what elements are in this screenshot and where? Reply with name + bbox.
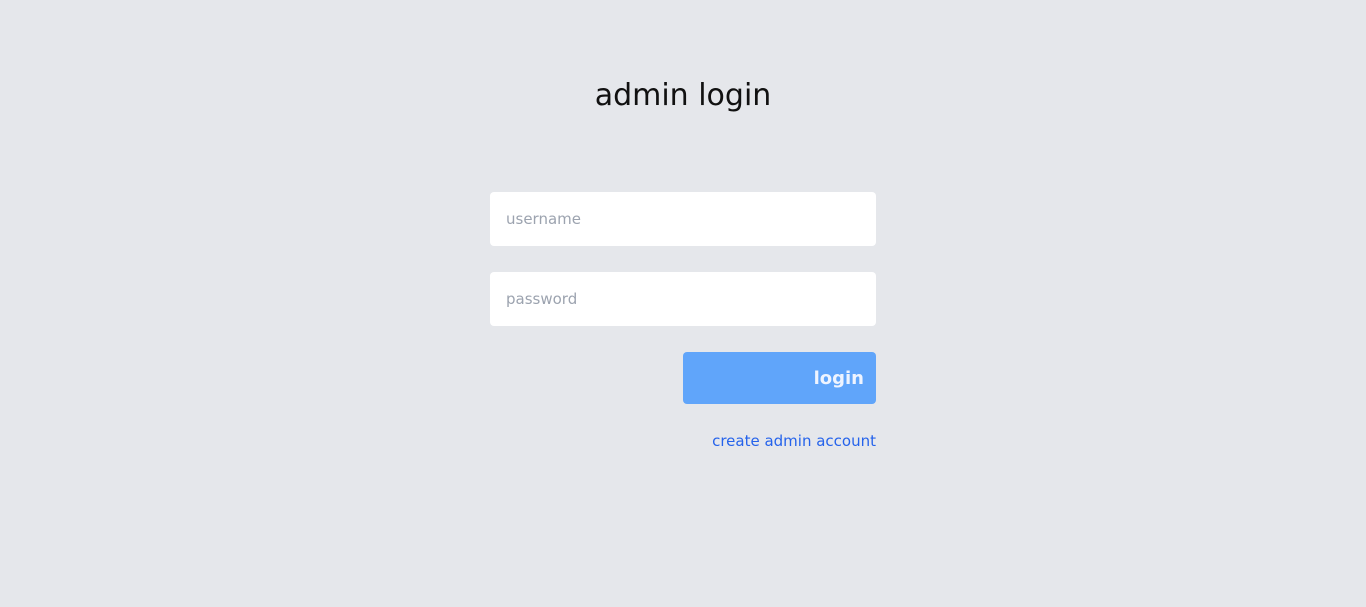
page-title: admin login bbox=[594, 78, 772, 113]
login-button[interactable]: login bbox=[683, 352, 876, 404]
form-actions: login bbox=[490, 352, 876, 404]
password-input[interactable] bbox=[490, 272, 876, 326]
login-form: login create admin account bbox=[490, 192, 876, 450]
create-admin-account-link[interactable]: create admin account bbox=[712, 432, 876, 450]
username-input[interactable] bbox=[490, 192, 876, 246]
create-account-row: create admin account bbox=[490, 431, 876, 450]
